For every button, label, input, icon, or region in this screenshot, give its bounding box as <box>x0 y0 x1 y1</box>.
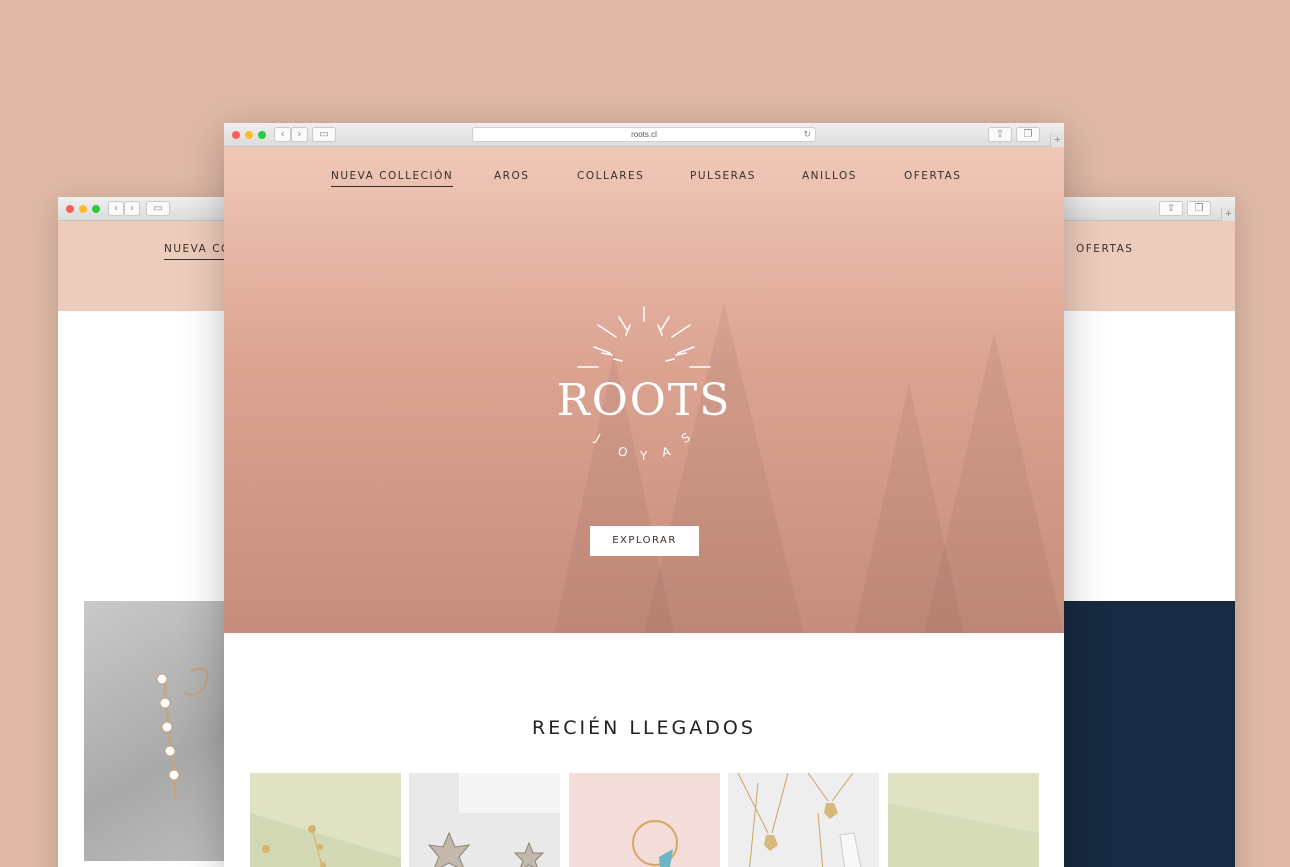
address-bar[interactable]: roots.cl ↻ <box>472 127 816 142</box>
product-tile[interactable] <box>888 773 1039 867</box>
minimize-window-button[interactable] <box>245 131 253 139</box>
product-tile[interactable] <box>250 773 401 867</box>
new-tab-icon[interactable]: + <box>1221 208 1235 221</box>
close-window-button[interactable] <box>66 205 74 213</box>
url-text: roots.cl <box>631 130 657 139</box>
close-window-button[interactable] <box>232 131 240 139</box>
product-tile[interactable] <box>409 773 560 867</box>
minimize-window-button[interactable] <box>79 205 87 213</box>
product-image <box>888 803 1039 867</box>
nav-item-anillos[interactable]: ANILLOS <box>802 170 857 182</box>
nav-item-ofertas[interactable]: OFERTAS <box>1076 243 1133 255</box>
explore-button[interactable]: EXPLORAR <box>590 526 699 556</box>
logo-wordmark: ROOTS <box>556 375 732 426</box>
nav-item-aros[interactable]: AROS <box>494 170 529 182</box>
nav-item-nueva-coleccion[interactable]: NUEVA COLLECIÓN <box>331 170 454 187</box>
hoop-earrings-image <box>632 820 678 867</box>
hero-banner: NUEVA COLLECIÓN AROS COLLARES PULSERAS A… <box>224 147 1064 633</box>
star-earrings-image <box>250 813 401 867</box>
product-image-ear-cuff[interactable] <box>84 601 244 861</box>
nav-item-collares[interactable]: COLLARES <box>577 170 644 182</box>
nav-item-pulseras[interactable]: PULSERAS <box>690 170 756 182</box>
sidebar-icon[interactable]: ▭ <box>146 201 170 216</box>
section-title: RECIÉN LLEGADOS <box>532 717 756 739</box>
browser-toolbar: ‹ › ▭ roots.cl ↻ ⇪ ❐ + <box>224 123 1064 147</box>
back-icon[interactable]: ‹ <box>274 127 291 142</box>
logo-sub-letter: A <box>660 444 672 460</box>
logo-sub-letter: O <box>616 444 630 460</box>
reload-icon[interactable]: ↻ <box>803 128 811 141</box>
forward-icon[interactable]: › <box>124 201 140 216</box>
new-tab-icon[interactable]: + <box>1050 134 1064 147</box>
share-icon[interactable]: ⇪ <box>1159 201 1183 216</box>
ear-cuff-illustration <box>156 667 209 802</box>
browser-window-main: ‹ › ▭ roots.cl ↻ ⇪ ❐ + NUEVA COLLECIÓN A… <box>224 123 1064 867</box>
starburst-pins-image <box>427 773 560 867</box>
zoom-window-button[interactable] <box>258 131 266 139</box>
nav-item-ofertas[interactable]: OFERTAS <box>904 170 961 182</box>
logo-sub-letter: Y <box>640 449 648 463</box>
crystal-necklaces-image <box>737 773 862 867</box>
zoom-window-button[interactable] <box>92 205 100 213</box>
logo-sub-letter: J <box>592 431 603 445</box>
sunburst-icon <box>577 306 711 368</box>
roots-logo[interactable]: ROOTS J O Y A S <box>524 297 764 467</box>
tabs-icon[interactable]: ❐ <box>1016 127 1040 142</box>
product-tile[interactable] <box>569 773 720 867</box>
share-icon[interactable]: ⇪ <box>988 127 1012 142</box>
sidebar-icon[interactable]: ▭ <box>312 127 336 142</box>
back-icon[interactable]: ‹ <box>108 201 124 216</box>
logo-sub-letter: S <box>679 430 693 446</box>
product-tile[interactable] <box>728 773 879 867</box>
forward-icon[interactable]: › <box>291 127 308 142</box>
tabs-icon[interactable]: ❐ <box>1187 201 1211 216</box>
tree-silhouette <box>924 333 1064 633</box>
